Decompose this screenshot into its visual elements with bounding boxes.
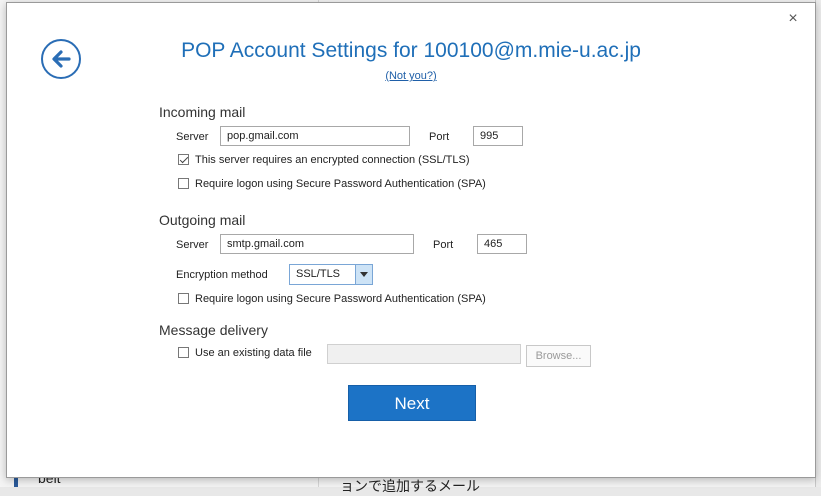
incoming-spa-checkbox[interactable] (178, 178, 189, 189)
ssl-required-checkbox[interactable] (178, 154, 189, 165)
data-file-path-input[interactable] (327, 344, 521, 364)
incoming-mail-heading: Incoming mail (159, 104, 246, 120)
background-body-text: ョンで追加するメール (340, 478, 480, 494)
incoming-server-input[interactable]: pop.gmail.com (220, 126, 410, 146)
dialog-title: POP Account Settings for 100100@m.mie-u.… (181, 39, 641, 62)
browse-button[interactable]: Browse... (526, 345, 591, 367)
outgoing-server-label: Server (176, 239, 209, 251)
incoming-spa-label: Require logon using Secure Password Auth… (195, 178, 486, 190)
encryption-method-label: Encryption method (176, 269, 268, 281)
outgoing-port-input[interactable]: 465 (477, 234, 527, 254)
incoming-port-label: Port (429, 131, 450, 143)
pop-account-settings-dialog: × POP Account Settings for 100100@m.mie-… (6, 2, 816, 478)
existing-data-file-label: Use an existing data file (195, 347, 312, 359)
outgoing-server-input[interactable]: smtp.gmail.com (220, 234, 414, 254)
outgoing-port-label: Port (433, 239, 454, 251)
next-button[interactable]: Next (348, 385, 476, 421)
existing-data-file-checkbox[interactable] (178, 347, 189, 358)
encryption-method-select[interactable]: SSL/TLS (289, 264, 373, 285)
message-delivery-heading: Message delivery (159, 322, 268, 338)
incoming-server-label: Server (176, 131, 209, 143)
chevron-down-icon[interactable] (355, 265, 372, 284)
outgoing-mail-heading: Outgoing mail (159, 212, 246, 228)
outgoing-spa-label: Require logon using Secure Password Auth… (195, 293, 486, 305)
close-icon[interactable]: × (785, 11, 801, 27)
incoming-port-input[interactable]: 995 (473, 126, 523, 146)
ssl-required-label: This server requires an encrypted connec… (195, 154, 470, 166)
outgoing-spa-checkbox[interactable] (178, 293, 189, 304)
not-you-link[interactable]: (Not you?) (7, 70, 815, 82)
encryption-method-value: SSL/TLS (296, 268, 341, 280)
